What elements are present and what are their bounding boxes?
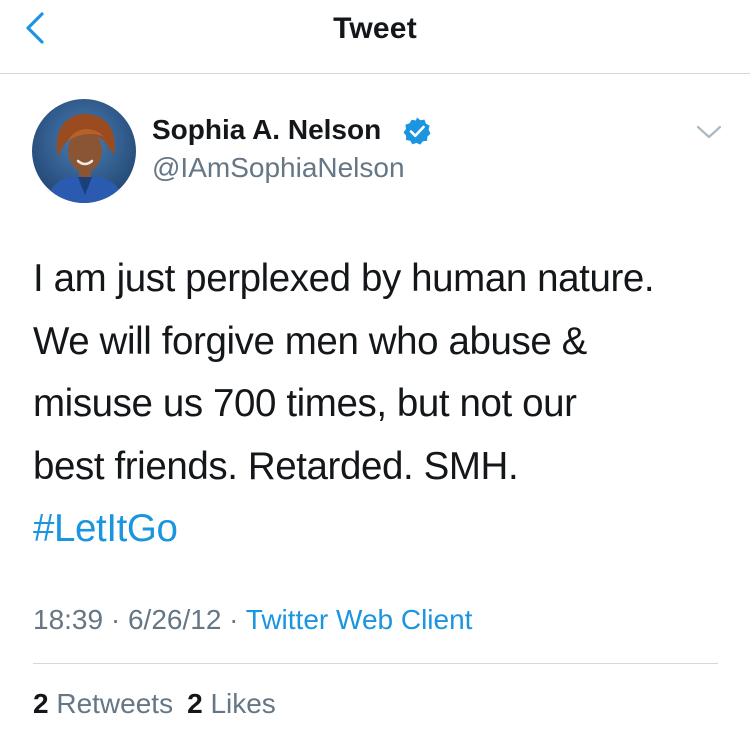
author-name[interactable]: Sophia A. Nelson xyxy=(152,114,381,146)
likes-count: 2 xyxy=(187,688,203,719)
retweets-label: Retweets xyxy=(56,688,174,719)
hashtag-link[interactable]: #LetItGo xyxy=(33,498,733,561)
tweet-text-line: We will forgive men who abuse & xyxy=(33,319,587,363)
tweet-text: I am just perplexed by human nature. We … xyxy=(33,248,733,561)
tweet-options-button[interactable] xyxy=(694,118,724,148)
meta-separator: · xyxy=(221,604,246,635)
tweet-source-link[interactable]: Twitter Web Client xyxy=(246,604,473,635)
profile-photo xyxy=(32,99,136,203)
tweet-date: 6/26/12 xyxy=(127,604,222,635)
tweet-text-line: misuse us 700 times, but not our xyxy=(33,382,577,425)
meta-separator: · xyxy=(103,604,128,635)
verified-badge-icon xyxy=(403,117,431,145)
tweet-metadata: 18:39 · 6/26/12 · Twitter Web Client xyxy=(33,604,472,636)
page-title: Tweet xyxy=(333,12,417,45)
tweet-text-line: best friends. Retarded. SMH. xyxy=(33,444,519,488)
likes-label: Likes xyxy=(210,688,276,719)
retweets-count: 2 xyxy=(33,688,49,719)
tweet-time: 18:39 xyxy=(33,604,104,635)
tweet-stats: 2 Retweets 2 Likes xyxy=(33,688,276,720)
likes-stat[interactable]: 2 Likes xyxy=(187,688,276,720)
avatar[interactable] xyxy=(32,99,136,203)
author-handle[interactable]: @IAmSophiaNelson xyxy=(152,152,405,184)
tweet-text-line: I am just perplexed by human nature. xyxy=(33,257,655,300)
retweets-stat[interactable]: 2 Retweets xyxy=(33,688,173,720)
navigation-bar: Tweet xyxy=(0,0,750,74)
chevron-down-icon xyxy=(696,125,722,139)
divider xyxy=(33,663,718,664)
